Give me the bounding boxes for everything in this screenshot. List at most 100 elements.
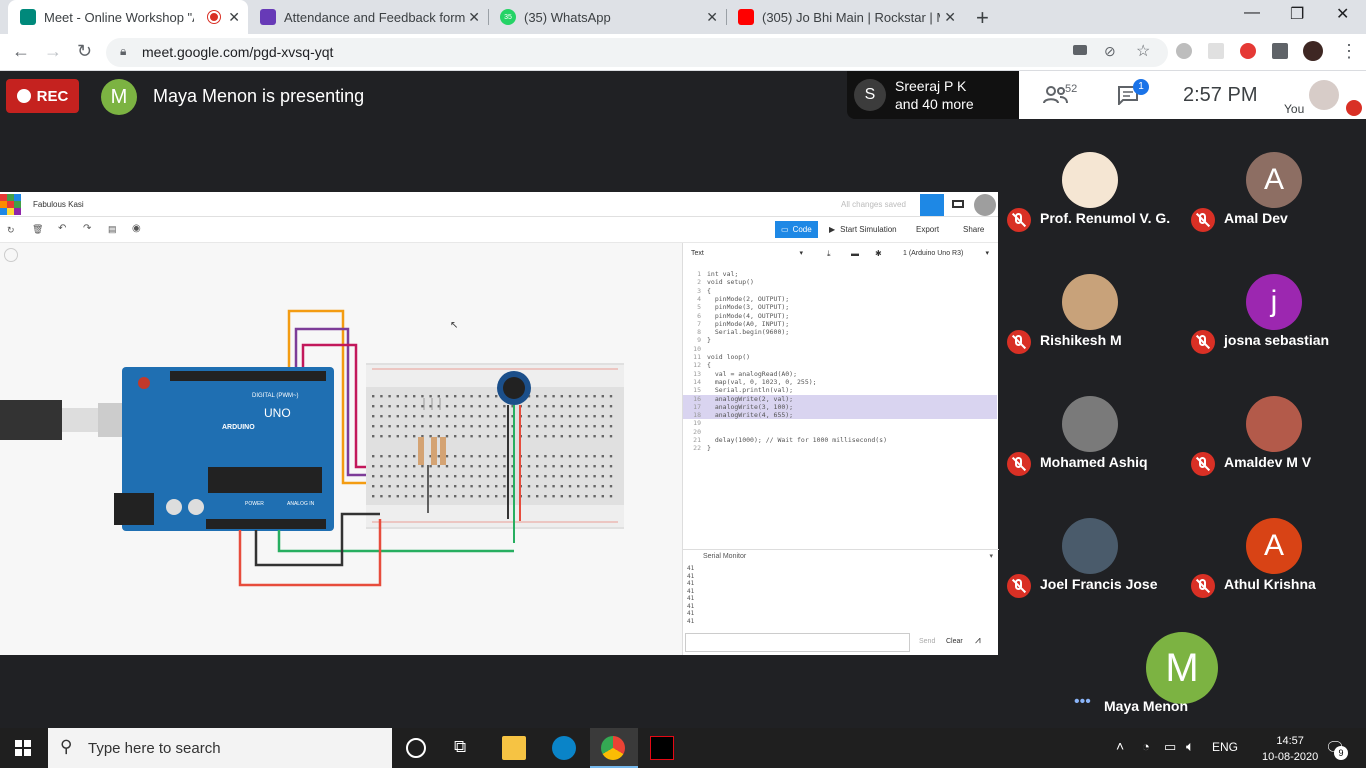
- close-tab-icon[interactable]: ✕: [468, 9, 480, 26]
- extension-icon[interactable]: [1176, 43, 1192, 59]
- serial-monitor-header[interactable]: Serial Monitor ▾: [683, 549, 999, 563]
- start-simulation-button[interactable]: ▶ Start Simulation: [823, 221, 903, 238]
- breadboard-hole: [413, 405, 416, 408]
- project-title[interactable]: Fabulous Kasi: [33, 200, 84, 209]
- code-text-span: {: [707, 361, 711, 370]
- address-bar[interactable]: 🔒︎ meet.google.com/pgd-xvsq-yqt ⊘ ☆: [106, 38, 1168, 67]
- breadboard-hole: [421, 495, 424, 498]
- breadboard-hole: [486, 435, 490, 438]
- menu-dots-icon[interactable]: ⋮: [1340, 41, 1358, 62]
- volume-icon[interactable]: 🔈︎: [1186, 738, 1194, 755]
- circuit-canvas[interactable]: DIGITAL (PWM~) UNO ARDUINO POWER ANALOG …: [0, 243, 682, 655]
- tinkercad-logo[interactable]: [0, 194, 22, 216]
- device-select[interactable]: 1 (Arduino Uno R3) ▾: [899, 247, 993, 262]
- editor-mode-select[interactable]: Text ▾: [687, 247, 807, 262]
- tab-youtube[interactable]: (305) Jo Bhi Main | Rockstar | Mo ✕: [726, 0, 964, 34]
- people-icon[interactable]: [1043, 85, 1068, 104]
- share-button[interactable]: Share: [957, 221, 990, 238]
- camera-icon[interactable]: [1073, 45, 1087, 55]
- breadboard-hole: [527, 485, 531, 488]
- forward-arrow-icon[interactable]: →: [44, 41, 62, 62]
- line-number: 12: [693, 361, 701, 370]
- clock-date: 10-08-2020: [1262, 751, 1319, 763]
- mic-off-icon[interactable]: [1346, 100, 1362, 116]
- breadboard-hole: [478, 495, 481, 498]
- taskbar-clock[interactable]: 14:57 10-08-2020: [1262, 733, 1318, 765]
- debug-bug-icon[interactable]: ✱: [875, 249, 882, 258]
- people-chip[interactable]: S Sreeraj P K and 40 more: [847, 71, 1019, 119]
- more-dots-icon[interactable]: •••: [1074, 693, 1091, 711]
- download-icon[interactable]: ⤓: [827, 249, 831, 259]
- collapse-caret-icon[interactable]: ▾: [989, 552, 993, 560]
- restore-button[interactable]: ❐: [1290, 4, 1304, 24]
- breadboard-hole: [396, 485, 399, 488]
- chrome-icon[interactable]: [601, 736, 625, 760]
- cortana-icon[interactable]: [406, 738, 426, 758]
- language-indicator[interactable]: ENG: [1212, 740, 1238, 754]
- breadboard-hole: [462, 415, 465, 418]
- participant-name: Maya Menon: [1104, 698, 1189, 714]
- export-button[interactable]: Export: [910, 221, 945, 238]
- edge-icon[interactable]: [552, 736, 576, 760]
- breadboard-hole: [380, 455, 383, 458]
- graph-icon[interactable]: ⩘: [975, 635, 981, 646]
- breadboard-hole: [413, 415, 416, 418]
- breadboard-hole: [413, 395, 416, 398]
- redo-icon[interactable]: ↷: [83, 223, 91, 234]
- close-window-button[interactable]: ✕: [1336, 4, 1349, 24]
- minimize-button[interactable]: —: [1244, 4, 1260, 22]
- send-button[interactable]: Send: [919, 638, 935, 645]
- windows-start-icon[interactable]: [15, 740, 31, 756]
- rotate-icon[interactable]: ↻: [7, 225, 15, 236]
- circuit-view-icon[interactable]: [920, 194, 944, 216]
- puzzle-icon[interactable]: [1272, 43, 1288, 59]
- clear-button[interactable]: Clear: [946, 638, 963, 645]
- breadboard-hole: [486, 485, 490, 488]
- tab-whatsapp[interactable]: 35 (35) WhatsApp ✕: [488, 0, 726, 34]
- breadboard-hole: [380, 395, 383, 398]
- visibility-icon[interactable]: ◉: [132, 223, 141, 234]
- breadboard-hole: [503, 435, 506, 438]
- tab-attendance-form[interactable]: Attendance and Feedback form - ✕: [248, 0, 488, 34]
- close-tab-icon[interactable]: ✕: [228, 9, 240, 26]
- code-text[interactable]: 1 int val; 2 void setup() 3{4 pinMode(2, OUT…: [683, 270, 997, 540]
- code-editor-panel: Text ▾ ⤓ ▬ ✱ 1 (Arduino Uno R3) ▾ 1 int v…: [682, 243, 999, 655]
- notes-icon[interactable]: ▤: [108, 224, 117, 235]
- profile-avatar[interactable]: [1303, 41, 1323, 61]
- task-view-icon[interactable]: ⧉: [454, 737, 466, 757]
- undo-icon[interactable]: ↶: [58, 223, 66, 234]
- new-tab-button[interactable]: +: [976, 5, 989, 31]
- breadboard-hole: [609, 495, 613, 498]
- recording-indicator-icon: [208, 11, 220, 23]
- close-tab-icon[interactable]: ✕: [706, 9, 718, 26]
- potentiometer-knob: [503, 377, 525, 399]
- breadboard-hole: [560, 415, 563, 418]
- netflix-icon[interactable]: [650, 736, 674, 760]
- capacitor: [188, 499, 204, 515]
- close-tab-icon[interactable]: ✕: [944, 9, 956, 26]
- code-button[interactable]: ▭ Code: [775, 221, 818, 238]
- reload-icon[interactable]: ↻: [77, 41, 92, 62]
- serial-input[interactable]: [685, 633, 910, 652]
- extension-icon[interactable]: [1208, 43, 1224, 59]
- bookmark-star-icon[interactable]: ☆: [1136, 41, 1150, 61]
- breadboard-hole: [568, 475, 572, 478]
- delete-icon[interactable]: 🗑︎: [32, 224, 43, 235]
- schematic-icon[interactable]: [952, 200, 964, 208]
- breadboard-hole: [527, 435, 531, 438]
- extension-icon[interactable]: [1240, 43, 1256, 59]
- upload-icon[interactable]: ▬: [851, 249, 859, 258]
- breadboard-hole: [437, 495, 440, 498]
- taskbar-search[interactable]: ⚲ Type here to search: [48, 728, 392, 768]
- eye-off-icon[interactable]: ⊘: [1104, 43, 1116, 60]
- user-avatar[interactable]: [974, 194, 996, 216]
- breadboard-hole: [486, 395, 490, 398]
- file-explorer-icon[interactable]: [502, 736, 526, 760]
- network-icon[interactable]: ◔: [1142, 739, 1150, 754]
- battery-icon[interactable]: ▭: [1164, 739, 1176, 755]
- back-arrow-icon[interactable]: ←: [12, 41, 30, 62]
- tab-meet[interactable]: Meet - Online Workshop "Ac ✕: [8, 0, 248, 34]
- show-hidden-icons-chevron-icon[interactable]: ˄: [1116, 738, 1124, 754]
- code-text-span: map(val, 0, 1023, 0, 255);: [707, 377, 817, 386]
- breadboard-hole: [536, 425, 539, 428]
